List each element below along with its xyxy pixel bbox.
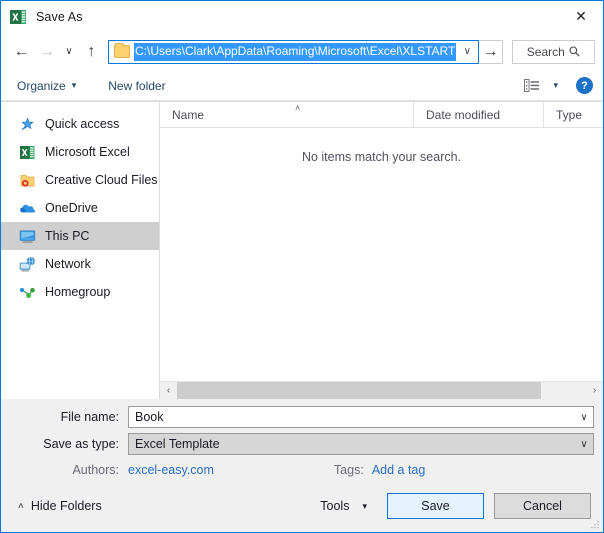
search-icon — [569, 46, 580, 57]
chevron-down-icon: ▾ — [72, 80, 77, 91]
close-icon[interactable]: ✕ — [559, 2, 603, 32]
column-header-label: Name — [172, 108, 204, 122]
chevron-down-icon[interactable]: ∨ — [575, 412, 593, 423]
help-button[interactable]: ? — [576, 77, 593, 94]
new-folder-button[interactable]: New folder — [102, 76, 171, 96]
sidebar-item-creative-cloud-files[interactable]: Creative Cloud Files — [1, 166, 159, 194]
organize-label: Organize — [17, 79, 66, 93]
hide-folders-label: Hide Folders — [31, 499, 102, 513]
address-path-text: C:\Users\Clark\AppData\Roaming\Microsoft… — [134, 43, 456, 61]
chevron-up-icon: ˄ — [18, 501, 24, 512]
command-bar: Organize ▾ New folder ▾ ? — [1, 71, 603, 101]
tags-label: Tags: — [334, 463, 364, 477]
file-name-row: File name: Book ∨ — [10, 406, 594, 428]
sidebar-item-quick-access[interactable]: Quick access — [1, 110, 159, 138]
column-header-label: Date modified — [426, 108, 500, 122]
forward-button: → — [34, 39, 59, 65]
column-header-label: Type — [556, 108, 582, 122]
authors-value[interactable]: excel-easy.com — [128, 463, 214, 477]
column-header-name[interactable]: Name ˄ — [160, 102, 413, 128]
chevron-down-icon[interactable]: ∨ — [575, 439, 593, 450]
authors-label: Authors: — [10, 463, 128, 477]
chevron-down-icon: ▾ — [362, 501, 367, 512]
organize-button[interactable]: Organize ▾ — [11, 76, 82, 96]
file-list-pane: Name ˄ Date modified Type No items match… — [160, 102, 603, 399]
save-form: File name: Book ∨ Save as type: Excel Te… — [1, 399, 603, 480]
excel-icon — [19, 144, 36, 161]
add-a-tag-link[interactable]: Add a tag — [372, 463, 426, 477]
file-name-value: Book — [129, 410, 575, 424]
search-label: Search — [527, 45, 565, 59]
save-as-type-select[interactable]: Excel Template ∨ — [128, 433, 594, 455]
folder-icon — [114, 45, 130, 58]
scroll-right-icon[interactable]: › — [586, 382, 603, 399]
sidebar-item-label: OneDrive — [45, 201, 98, 215]
dialog-footer: ˄ Hide Folders Tools ▾ Save Cancel — [1, 480, 603, 532]
sidebar-item-label: Creative Cloud Files — [45, 173, 158, 187]
metadata-row: Authors: excel-easy.com Tags: Add a tag — [10, 460, 594, 480]
sidebar-item-network[interactable]: Network — [1, 250, 159, 278]
go-button[interactable]: → — [479, 40, 502, 64]
column-header-type[interactable]: Type — [543, 102, 603, 128]
excel-icon — [10, 8, 28, 26]
save-as-dialog: Save As ✕ ← → ∨ ↑ C:\Users\Clark\AppData… — [0, 0, 604, 533]
chevron-down-icon[interactable]: ∨ — [456, 41, 478, 63]
creative-cloud-icon — [19, 172, 36, 189]
recent-locations-icon[interactable]: ∨ — [59, 39, 78, 65]
horizontal-scrollbar[interactable]: ‹ › — [160, 381, 603, 399]
view-layout-button[interactable]: ▾ — [518, 76, 564, 95]
sidebar-item-label: Microsoft Excel — [45, 145, 130, 159]
save-as-type-value: Excel Template — [129, 437, 575, 451]
scroll-left-icon[interactable]: ‹ — [160, 382, 177, 399]
back-button[interactable]: ← — [9, 39, 34, 65]
star-icon — [19, 116, 36, 133]
sidebar-item-homegroup[interactable]: Homegroup — [1, 278, 159, 306]
sidebar-item-label: Quick access — [45, 117, 119, 131]
cancel-button[interactable]: Cancel — [494, 493, 591, 519]
dialog-body: Quick access Microsoft Excel — [1, 101, 603, 399]
sidebar-item-label: This PC — [45, 229, 89, 243]
cloud-icon — [19, 200, 36, 217]
address-input[interactable]: C:\Users\Clark\AppData\Roaming\Microsoft… — [108, 40, 479, 64]
sidebar-item-this-pc[interactable]: This PC — [1, 222, 159, 250]
sidebar-item-microsoft-excel[interactable]: Microsoft Excel — [1, 138, 159, 166]
new-folder-label: New folder — [108, 79, 165, 93]
sidebar-item-label: Homegroup — [45, 285, 110, 299]
homegroup-icon — [19, 284, 36, 301]
save-as-type-row: Save as type: Excel Template ∨ — [10, 433, 594, 455]
up-button[interactable]: ↑ — [79, 39, 104, 65]
chevron-down-icon: ▾ — [553, 80, 558, 91]
navigation-sidebar: Quick access Microsoft Excel — [1, 102, 160, 399]
column-header-date-modified[interactable]: Date modified — [413, 102, 543, 128]
window-title: Save As — [36, 10, 83, 24]
resize-grip-icon[interactable] — [591, 520, 600, 529]
search-input[interactable]: Search — [512, 40, 595, 64]
view-list-icon — [524, 79, 539, 92]
network-icon — [19, 256, 36, 273]
tools-label: Tools — [320, 499, 349, 513]
file-name-input[interactable]: Book ∨ — [128, 406, 594, 428]
monitor-icon — [19, 228, 36, 245]
tools-button[interactable]: Tools ▾ — [312, 495, 375, 517]
sidebar-item-label: Network — [45, 257, 91, 271]
file-name-label: File name: — [10, 410, 128, 424]
empty-list-message: No items match your search. — [160, 128, 603, 381]
save-button[interactable]: Save — [387, 493, 484, 519]
sort-ascending-icon: ˄ — [295, 103, 300, 113]
scrollbar-track[interactable] — [177, 382, 586, 399]
title-bar: Save As ✕ — [1, 1, 603, 32]
save-as-type-label: Save as type: — [10, 437, 128, 451]
address-bar: ← → ∨ ↑ C:\Users\Clark\AppData\Roaming\M… — [1, 32, 603, 71]
sidebar-item-onedrive[interactable]: OneDrive — [1, 194, 159, 222]
column-headers: Name ˄ Date modified Type — [160, 102, 603, 128]
scrollbar-thumb[interactable] — [177, 382, 541, 399]
hide-folders-button[interactable]: ˄ Hide Folders — [13, 499, 102, 513]
